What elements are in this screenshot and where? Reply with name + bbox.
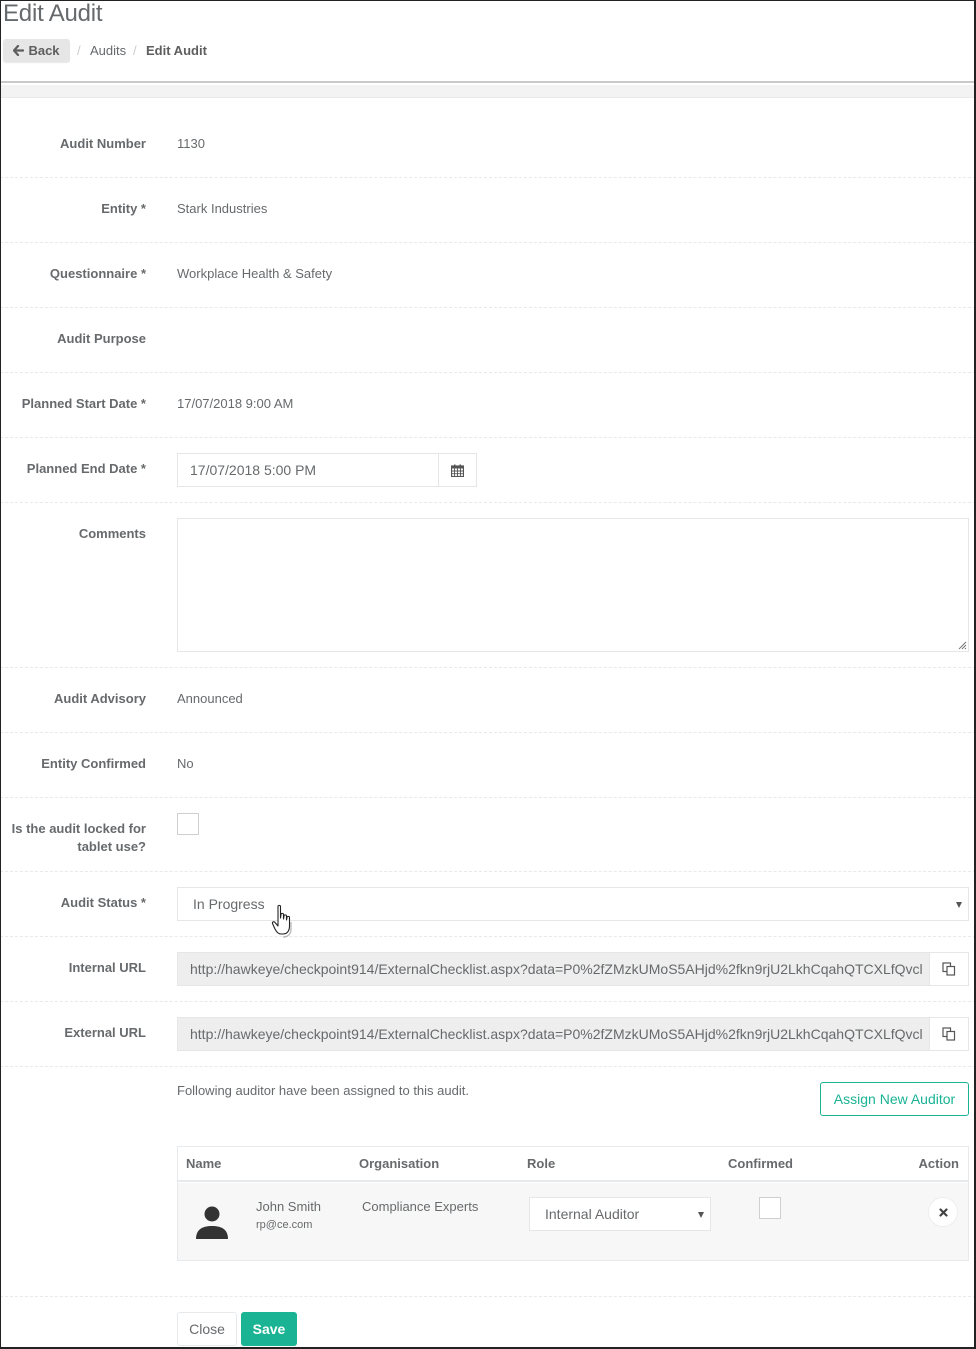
external-url-label: External URL xyxy=(64,1025,146,1040)
field-audit-purpose: Audit Purpose xyxy=(0,308,976,373)
planned-end-date-value: 17/07/2018 5:00 PM xyxy=(190,462,317,478)
copy-icon xyxy=(942,962,956,976)
internal-url-input[interactable]: http://hawkeye/checkpoint914/ExternalChe… xyxy=(177,952,969,986)
audit-status-label: Audit Status * xyxy=(60,895,146,910)
locked-for-tablet-label: Is the audit locked for tablet use? xyxy=(0,820,146,856)
internal-url-copy-button[interactable] xyxy=(929,953,968,985)
locked-for-tablet-checkbox[interactable] xyxy=(177,813,199,835)
field-internal-url: Internal URL http://hawkeye/checkpoint91… xyxy=(0,937,976,1002)
remove-icon xyxy=(938,1207,948,1217)
field-external-url: External URL http://hawkeye/checkpoint91… xyxy=(0,1002,976,1067)
audit-purpose-label: Audit Purpose xyxy=(57,331,146,346)
auditor-confirmed-checkbox[interactable] xyxy=(759,1197,781,1219)
field-entity-confirmed: Entity Confirmed No xyxy=(0,733,976,798)
breadcrumb-audits[interactable]: Audits xyxy=(90,43,126,58)
auditors-table-header: Name Organisation Role Confirmed Action xyxy=(178,1147,968,1182)
back-button[interactable]: Back xyxy=(3,39,70,62)
auditor-email: rp@ce.com xyxy=(256,1219,313,1231)
breadcrumb-separator: / xyxy=(77,43,81,58)
field-comments: Comments xyxy=(0,503,976,668)
auditors-intro: Following auditor have been assigned to … xyxy=(177,1083,469,1098)
column-header-confirmed[interactable]: Confirmed xyxy=(728,1156,793,1171)
auditor-organisation: Compliance Experts xyxy=(362,1199,479,1214)
column-header-role[interactable]: Role xyxy=(527,1156,555,1171)
locked-label-line2: tablet use? xyxy=(77,839,146,854)
planned-end-date-input[interactable]: 17/07/2018 5:00 PM xyxy=(177,453,477,487)
copy-icon xyxy=(942,1027,956,1041)
calendar-button[interactable] xyxy=(438,454,476,486)
planned-start-date-value: 17/07/2018 9:00 AM xyxy=(177,396,294,411)
breadcrumb-separator: / xyxy=(133,43,137,58)
locked-label-line1: Is the audit locked for xyxy=(11,821,146,836)
column-header-name[interactable]: Name xyxy=(186,1156,221,1171)
table-row: John Smith rp@ce.com Compliance Experts … xyxy=(178,1183,968,1260)
column-header-action[interactable]: Action xyxy=(919,1156,959,1171)
entity-confirmed-label: Entity Confirmed xyxy=(41,756,146,771)
external-url-copy-button[interactable] xyxy=(929,1018,968,1050)
field-planned-end-date: Planned End Date * 17/07/2018 5:00 PM xyxy=(0,438,976,503)
back-label: Back xyxy=(28,43,60,58)
arrow-left-icon xyxy=(13,45,25,56)
close-button[interactable]: Close xyxy=(177,1312,237,1346)
page-title: Edit Audit xyxy=(3,0,103,27)
field-entity: Entity * Stark Industries xyxy=(0,178,976,243)
field-audit-status: Audit Status * In Progress xyxy=(0,872,976,937)
audit-number-label: Audit Number xyxy=(60,136,146,151)
user-avatar-icon xyxy=(196,1206,228,1239)
auditor-name: John Smith xyxy=(256,1199,322,1214)
audit-status-value: In Progress xyxy=(193,896,265,912)
chevron-down-icon xyxy=(698,1212,704,1218)
assign-new-auditor-button[interactable]: Assign New Auditor xyxy=(820,1082,969,1116)
subheader-bar xyxy=(0,85,976,98)
entity-label: Entity * xyxy=(101,201,146,216)
audit-advisory-label: Audit Advisory xyxy=(54,691,146,706)
planned-end-date-label: Planned End Date * xyxy=(26,461,146,476)
auditor-role-value: Internal Auditor xyxy=(545,1206,640,1222)
column-header-organisation[interactable]: Organisation xyxy=(359,1156,439,1171)
auditor-role-select[interactable]: Internal Auditor xyxy=(529,1197,711,1231)
page-header: Edit Audit Back / Audits / Edit Audit xyxy=(0,0,976,83)
entity-value: Stark Industries xyxy=(177,201,268,216)
remove-auditor-button[interactable] xyxy=(928,1197,958,1227)
field-audit-advisory: Audit Advisory Announced xyxy=(0,668,976,733)
auditors-table: Name Organisation Role Confirmed Action … xyxy=(177,1146,969,1261)
questionnaire-value: Workplace Health & Safety xyxy=(177,266,333,281)
calendar-icon xyxy=(451,464,464,477)
chevron-down-icon xyxy=(956,902,962,908)
questionnaire-label: Questionnaire * xyxy=(49,266,146,281)
comments-textarea[interactable] xyxy=(177,518,969,652)
planned-start-date-label: Planned Start Date * xyxy=(21,396,146,411)
internal-url-value: http://hawkeye/checkpoint914/ExternalChe… xyxy=(178,953,929,985)
resize-handle-icon[interactable] xyxy=(957,640,967,650)
external-url-input[interactable]: http://hawkeye/checkpoint914/ExternalChe… xyxy=(177,1017,969,1051)
field-planned-start-date: Planned Start Date * 17/07/2018 9:00 AM xyxy=(0,373,976,438)
external-url-value: http://hawkeye/checkpoint914/ExternalChe… xyxy=(178,1018,929,1050)
save-button[interactable]: Save xyxy=(241,1312,297,1346)
field-locked-for-tablet: Is the audit locked for tablet use? xyxy=(0,798,976,872)
entity-confirmed-value: No xyxy=(177,756,194,771)
audit-number-value: 1130 xyxy=(177,136,205,151)
audit-status-select[interactable]: In Progress xyxy=(177,887,969,921)
comments-label: Comments xyxy=(78,526,146,541)
internal-url-label: Internal URL xyxy=(68,960,146,975)
breadcrumb-edit-audit: Edit Audit xyxy=(146,43,207,58)
audit-advisory-value: Announced xyxy=(177,691,243,706)
field-audit-number: Audit Number 1130 xyxy=(0,98,976,178)
hand-pointer-cursor-icon xyxy=(271,904,292,938)
field-questionnaire: Questionnaire * Workplace Health & Safet… xyxy=(0,243,976,308)
